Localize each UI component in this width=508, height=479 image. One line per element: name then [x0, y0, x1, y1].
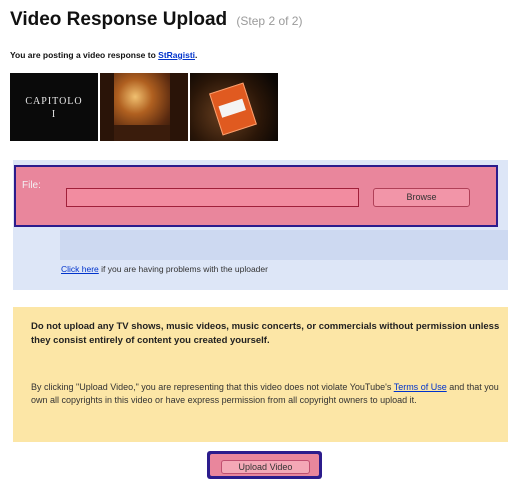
- orange-card-thumbnail[interactable]: [190, 73, 278, 141]
- step-indicator: (Step 2 of 2): [236, 14, 303, 28]
- terms-of-use-link[interactable]: Terms of Use: [394, 382, 447, 392]
- browse-button[interactable]: Browse: [373, 188, 470, 207]
- copyright-warning: Do not upload any TV shows, music videos…: [13, 307, 508, 442]
- file-path-input[interactable]: [66, 188, 359, 207]
- upload-panel-inner: [60, 230, 508, 260]
- uploader-help: Click here if you are having problems wi…: [61, 264, 268, 274]
- room-thumbnail[interactable]: [100, 73, 188, 141]
- posting-notice: You are posting a video response to StRa…: [10, 50, 197, 60]
- card-image: [209, 82, 257, 136]
- upload-video-button[interactable]: Upload Video: [221, 460, 310, 474]
- upload-video-highlight[interactable]: Upload Video: [210, 454, 319, 476]
- page-title-text: Video Response Upload: [10, 9, 228, 30]
- warning-text-before: By clicking "Upload Video," you are repr…: [31, 382, 392, 392]
- help-link[interactable]: Click here: [61, 264, 99, 274]
- help-text: if you are having problems with the uplo…: [101, 264, 268, 274]
- file-upload-zone[interactable]: File: Browse: [14, 165, 498, 227]
- warning-text: By clicking "Upload Video," you are repr…: [31, 381, 501, 407]
- warning-bold-text: Do not upload any TV shows, music videos…: [31, 321, 500, 346]
- capitolo-thumbnail[interactable]: CAPITOLO I: [10, 73, 98, 141]
- page-title: Video Response Upload (Step 2 of 2): [10, 9, 302, 31]
- user-link[interactable]: StRagisti: [158, 50, 195, 60]
- thumbnail-caption: CAPITOLO I: [25, 96, 83, 120]
- file-label: File:: [22, 180, 41, 191]
- posting-text: You are posting a video response to: [10, 50, 156, 60]
- upload-video-zone[interactable]: Upload Video: [207, 451, 322, 479]
- video-thumbnails: CAPITOLO I: [10, 73, 278, 141]
- posting-suffix: .: [195, 50, 198, 60]
